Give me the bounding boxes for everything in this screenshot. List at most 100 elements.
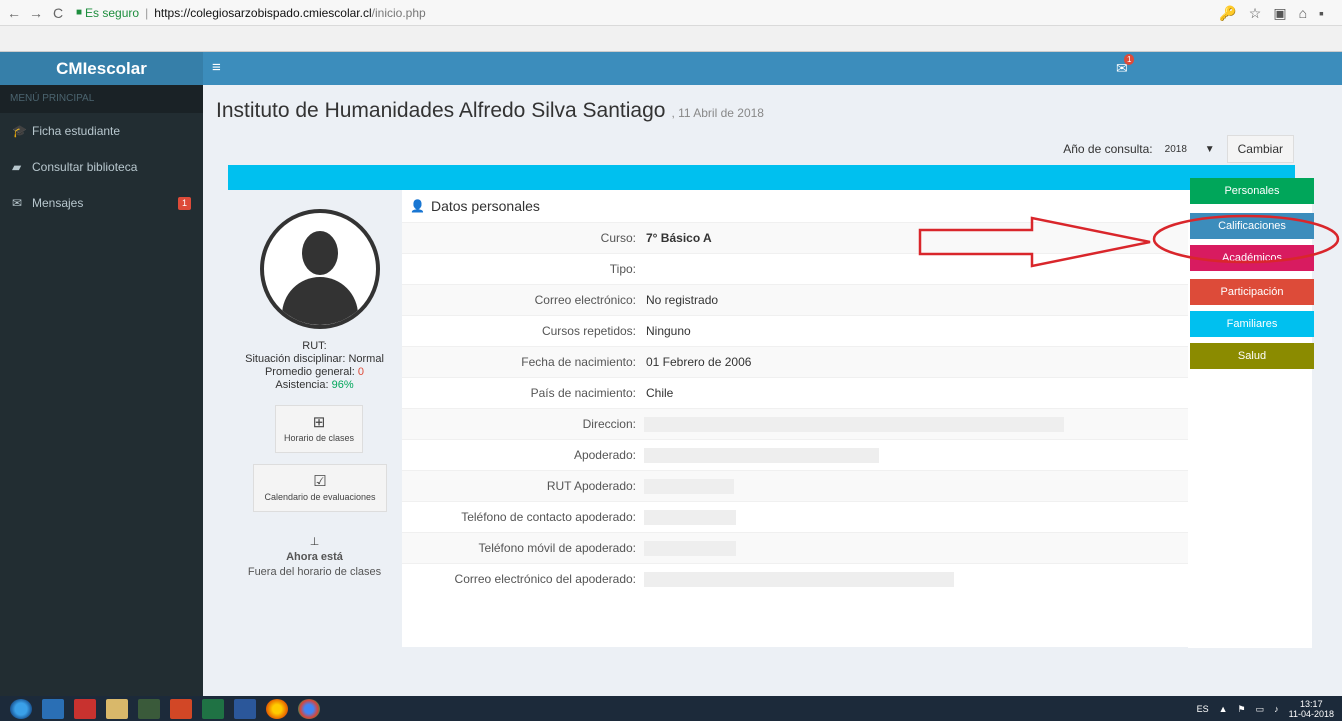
page-date: , 11 Abril de 2018 — [671, 106, 764, 120]
windows-taskbar: ES ▲ ⚑ ▭ ♪ 13:17 11-04-2018 — [0, 696, 1342, 721]
start-icon[interactable] — [10, 698, 32, 719]
rut-label: RUT: — [302, 340, 327, 352]
clock-date: 11-04-2018 — [1288, 709, 1334, 719]
star-icon[interactable]: ☆ — [1249, 5, 1262, 22]
word-icon[interactable] — [234, 698, 256, 719]
sidebar-item-label: Ficha estudiante — [32, 124, 121, 138]
extension-icon[interactable]: ▣ — [1273, 5, 1286, 22]
hamburger-icon[interactable]: ≡ — [212, 59, 221, 76]
avatar-head — [302, 231, 338, 275]
sidebar-header: MENÚ PRINCIPAL — [0, 85, 203, 113]
detail-row-fecha-nacimiento: Fecha de nacimiento: 01 Febrero de 2006 — [402, 346, 1188, 377]
academicos-button[interactable]: Académicos — [1190, 245, 1314, 271]
promedio-label: Promedio general: — [264, 366, 358, 378]
horario-label: Horario de clases — [283, 433, 355, 443]
asistencia-label: Asistencia: — [275, 379, 332, 391]
reload-icon[interactable]: C — [50, 5, 66, 21]
file-explorer-icon[interactable] — [106, 698, 128, 719]
url-separator: | — [145, 5, 149, 20]
mail-badge: 1 — [1124, 54, 1135, 65]
participacion-button[interactable]: Participación — [1190, 279, 1314, 305]
avatar — [260, 209, 380, 329]
detail-row-apoderado: Apoderado: — [402, 439, 1188, 470]
graduation-cap-icon: 🎓 — [12, 124, 27, 138]
app-icon[interactable] — [138, 698, 160, 719]
detail-label: Cursos repetidos: — [541, 324, 636, 338]
year-select[interactable]: 2018 ▼ — [1158, 138, 1221, 160]
redacted-value — [644, 478, 734, 494]
powerpoint-icon[interactable] — [170, 698, 192, 719]
mail-icon[interactable]: ✉ 1 — [1116, 54, 1135, 77]
redacted-value — [644, 540, 736, 556]
promedio-general: Promedio general: 0 — [228, 366, 401, 379]
personales-button[interactable]: Personales — [1190, 178, 1314, 204]
menu-icon[interactable]: ▪ — [1319, 5, 1324, 22]
sidebar-item-ficha[interactable]: 🎓 Ficha estudiante — [0, 113, 203, 149]
details-title: Datos personales — [430, 198, 540, 214]
calendar-icon: ☑ — [313, 473, 327, 490]
detail-row-curso: Curso: 7° Básico A — [402, 222, 1188, 253]
page-title: Instituto de Humanidades Alfredo Silva S… — [216, 99, 666, 122]
detail-label: Apoderado: — [573, 448, 636, 462]
student-stats: RUT: Situación disciplinar: Normal Prome… — [228, 340, 401, 392]
media-player-icon[interactable] — [42, 698, 64, 719]
address-bar[interactable]: ← → C ■ Es seguro | https://colegiosarzo… — [0, 0, 1342, 26]
tray-expand-icon[interactable]: ▲ — [1219, 704, 1228, 714]
flag-icon[interactable]: ⚑ — [1238, 704, 1246, 715]
brand-logo[interactable]: CMIescolar — [0, 52, 203, 85]
network-icon[interactable]: ▭ — [1256, 704, 1265, 715]
lock-icon: ■ — [76, 7, 83, 18]
home-icon[interactable]: ⌂ — [1299, 5, 1307, 22]
asistencia-value: 96% — [331, 379, 354, 391]
detail-label: Direccion: — [582, 417, 636, 431]
url-path: /inicio.php — [371, 5, 426, 20]
detail-row-correo: Correo electrónico: No registrado — [402, 284, 1188, 315]
url-field[interactable]: ■ Es seguro | https://colegiosarzobispad… — [76, 6, 426, 20]
key-icon[interactable]: 🔑 — [1219, 5, 1236, 22]
url-host: https://colegiosarzobispado.cmiescolar.c… — [154, 5, 372, 20]
section-buttons: Personales Calificaciones Académicos Par… — [1188, 178, 1314, 648]
firefox-icon[interactable] — [266, 698, 288, 719]
familiares-button[interactable]: Familiares — [1190, 311, 1314, 337]
salud-button[interactable]: Salud — [1190, 343, 1314, 369]
detail-value: 01 Febrero de 2006 — [646, 355, 752, 369]
ahora-value: Fuera del horario de clases — [247, 566, 382, 578]
chevron-down-icon: ▼ — [1204, 143, 1215, 155]
title-line: Instituto de Humanidades Alfredo Silva S… — [216, 99, 764, 123]
detail-label: Correo electrónico: — [534, 293, 636, 307]
redacted-value — [644, 416, 1064, 432]
clock[interactable]: 13:17 11-04-2018 — [1289, 699, 1334, 719]
redacted-value — [644, 571, 954, 587]
detail-value: 7° Básico A — [646, 231, 712, 245]
volume-icon[interactable]: ♪ — [1274, 704, 1279, 714]
horario-button[interactable]: ⊞ Horario de clases — [275, 405, 363, 453]
situacion-disciplinar: Situación disciplinar: Normal — [245, 353, 384, 365]
detail-row-correo-apoderado: Correo electrónico del apoderado: — [402, 563, 1188, 594]
detail-label: Teléfono de contacto apoderado: — [461, 510, 636, 524]
pin-icon: ⊥ — [309, 536, 320, 548]
main-content: Instituto de Humanidades Alfredo Silva S… — [203, 85, 1342, 696]
language-indicator[interactable]: ES — [1197, 704, 1209, 714]
cambiar-button[interactable]: Cambiar — [1226, 135, 1294, 163]
sidebar-item-mensajes[interactable]: ✉ Mensajes 1 — [0, 185, 203, 221]
detail-label: Teléfono móvil de apoderado: — [478, 541, 636, 555]
calendario-button[interactable]: ☑ Calendario de evaluaciones — [253, 464, 387, 512]
excel-icon[interactable] — [202, 698, 224, 719]
promedio-value: 0 — [357, 366, 365, 378]
year-selector-row: Año de consulta: 2018 ▼ Cambiar — [1063, 135, 1294, 163]
detail-row-rut-apoderado: RUT Apoderado: — [402, 470, 1188, 501]
detail-value: No registrado — [646, 293, 719, 307]
ahora-label: Ahora está — [286, 551, 343, 563]
forward-icon[interactable]: → — [28, 5, 44, 21]
back-icon[interactable]: ← — [6, 5, 22, 21]
spellcheck-icon[interactable] — [74, 698, 96, 719]
redacted-value — [644, 509, 736, 525]
clock-time: 13:17 — [1300, 699, 1323, 709]
detail-row-cursos-repetidos: Cursos repetidos: Ninguno — [402, 315, 1188, 346]
browser-actions: 🔑 ☆ ▣ ⌂ ▪ — [1219, 5, 1324, 22]
header-band — [228, 165, 1295, 190]
calificaciones-button[interactable]: Calificaciones — [1190, 213, 1314, 239]
user-icon: 👤 — [410, 199, 425, 213]
sidebar-item-biblioteca[interactable]: ▰ Consultar biblioteca — [0, 149, 203, 185]
chrome-icon[interactable] — [298, 698, 320, 719]
